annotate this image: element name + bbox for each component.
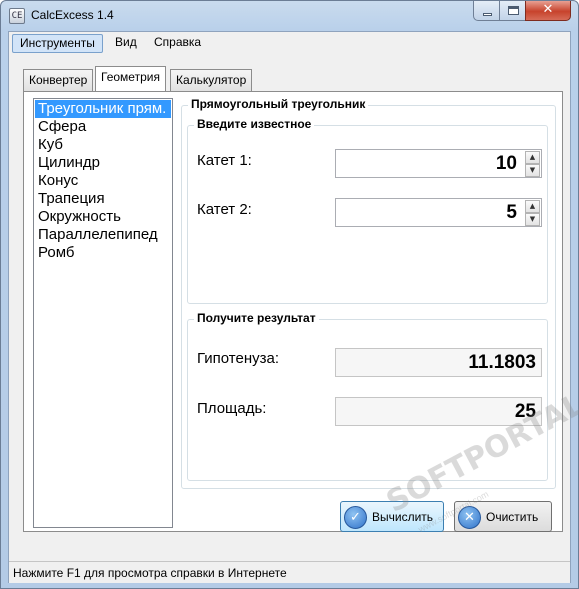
- list-item[interactable]: Окружность: [35, 208, 171, 226]
- list-item[interactable]: Ромб: [35, 244, 171, 262]
- leg2-label: Катет 2:: [197, 201, 252, 218]
- area-value: 25: [514, 401, 536, 422]
- leg1-spin-down-icon[interactable]: ▼: [525, 164, 540, 177]
- clear-label: Очистить: [486, 510, 539, 524]
- area-label: Площадь:: [197, 400, 267, 417]
- list-item[interactable]: Цилиндр: [35, 154, 171, 172]
- tab-calculator[interactable]: Калькулятор: [170, 69, 253, 91]
- minimize-button[interactable]: [473, 1, 500, 21]
- leg2-spin-up-icon[interactable]: ▲: [525, 200, 540, 213]
- list-item[interactable]: Конус: [35, 172, 171, 190]
- close-icon: ✕: [542, 2, 554, 17]
- status-text: Нажмите F1 для просмотра справки в Интер…: [13, 566, 287, 580]
- minimize-icon: [483, 13, 492, 16]
- menu-view[interactable]: Вид: [108, 34, 144, 53]
- calculate-label: Вычислить: [372, 510, 434, 524]
- window-title: CalcExcess 1.4: [31, 8, 114, 22]
- title-bar[interactable]: CE CalcExcess 1.4 ✕: [1, 1, 578, 31]
- client-area: Инструменты Вид Справка Конвертер Геомет…: [8, 31, 571, 583]
- hypotenuse-value: 11.1803: [468, 352, 536, 373]
- leg1-value: 10: [495, 153, 517, 174]
- list-item[interactable]: Куб: [35, 136, 171, 154]
- area-output: 25: [335, 397, 542, 426]
- list-item[interactable]: Треугольник прям.: [35, 100, 171, 118]
- check-icon: ✓: [344, 506, 367, 529]
- app-window: CE CalcExcess 1.4 ✕ Инструменты Вид Спра…: [0, 0, 579, 589]
- list-item[interactable]: Трапеция: [35, 190, 171, 208]
- leg1-spin-up-icon[interactable]: ▲: [525, 151, 540, 164]
- hypotenuse-label: Гипотенуза:: [197, 350, 280, 367]
- leg1-label: Катет 1:: [197, 152, 252, 169]
- tab-geometry[interactable]: Геометрия: [95, 66, 166, 91]
- leg2-input[interactable]: 5 ▲ ▼: [335, 198, 542, 227]
- result-group-title: Получите результат: [194, 311, 319, 325]
- input-group: Введите известное Катет 1: 10 ▲ ▼ Катет …: [187, 117, 548, 304]
- menu-help[interactable]: Справка: [147, 34, 208, 53]
- app-icon[interactable]: CE: [9, 8, 25, 24]
- status-bar: Нажмите F1 для просмотра справки в Интер…: [9, 561, 570, 583]
- panel-title: Прямоугольный треугольник: [188, 97, 369, 111]
- list-item[interactable]: Параллелепипед: [35, 226, 171, 244]
- list-item[interactable]: Сфера: [35, 118, 171, 136]
- leg2-value: 5: [506, 202, 517, 223]
- shape-list[interactable]: Треугольник прям. Сфера Куб Цилиндр Кону…: [33, 98, 173, 528]
- clear-button[interactable]: ✕ Очистить: [454, 501, 552, 532]
- maximize-button[interactable]: [499, 1, 526, 21]
- close-button[interactable]: ✕: [525, 1, 571, 21]
- triangle-panel: Прямоугольный треугольник Введите извест…: [181, 97, 556, 489]
- leg1-input[interactable]: 10 ▲ ▼: [335, 149, 542, 178]
- result-group: Получите результат Гипотенуза: 11.1803 П…: [187, 311, 548, 481]
- menu-bar: Инструменты Вид Справка: [9, 32, 570, 54]
- geometry-tab-page: Треугольник прям. Сфера Куб Цилиндр Кону…: [23, 91, 563, 532]
- hypotenuse-output: 11.1803: [335, 348, 542, 377]
- leg2-spin-down-icon[interactable]: ▼: [525, 213, 540, 226]
- input-group-title: Введите известное: [194, 117, 315, 131]
- maximize-icon: [508, 6, 519, 15]
- menu-tools[interactable]: Инструменты: [12, 34, 103, 53]
- calculate-button[interactable]: ✓ Вычислить: [340, 501, 444, 532]
- tab-converter[interactable]: Конвертер: [23, 69, 94, 91]
- clear-icon: ✕: [458, 506, 481, 529]
